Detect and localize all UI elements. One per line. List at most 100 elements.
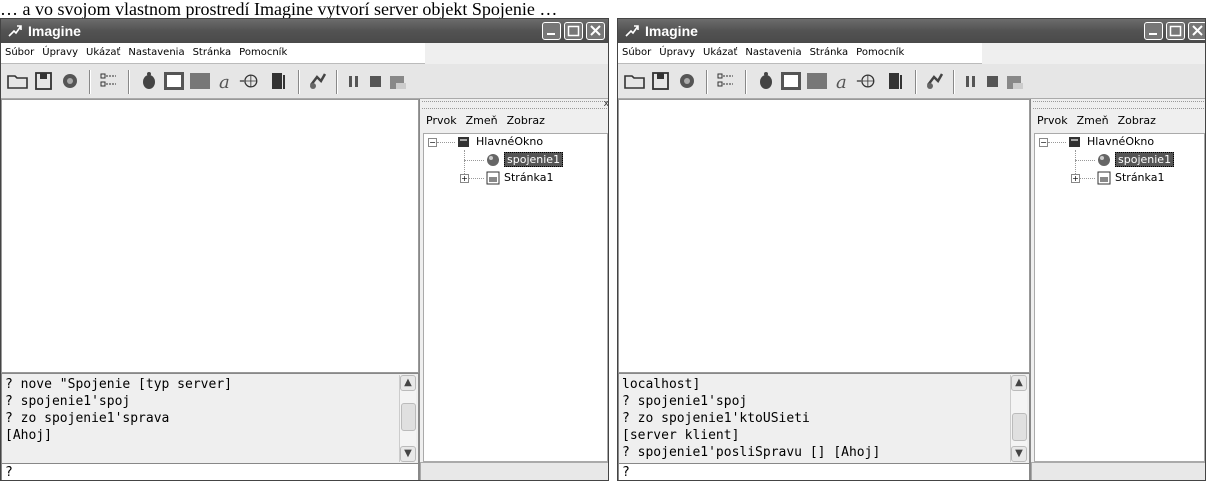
- maximize-button[interactable]: [564, 22, 583, 40]
- menu-ukazat[interactable]: Ukázať: [703, 47, 737, 58]
- tree-item-root[interactable]: HlavnéOkno: [1087, 134, 1154, 150]
- menu-bar: Súbor Úpravy Ukázať Nastavenia Stránka Pomocn…: [618, 43, 982, 64]
- minimize-button[interactable]: [542, 22, 561, 40]
- door-icon[interactable]: [267, 71, 289, 91]
- frame-button-icon[interactable]: [780, 71, 802, 91]
- title-bar[interactable]: Imagine: [1, 19, 608, 43]
- globe-icon[interactable]: [239, 71, 261, 91]
- turtle-icon[interactable]: [59, 71, 81, 91]
- title-bar[interactable]: Imagine: [618, 19, 1205, 43]
- tree-item-connection[interactable]: spojenie1: [504, 152, 564, 167]
- save-icon[interactable]: [650, 71, 672, 91]
- turtle-small-icon[interactable]: [755, 71, 777, 91]
- toolbar-separator: [128, 70, 130, 94]
- panel-menu-prvok[interactable]: Prvok: [1037, 114, 1068, 127]
- tree-icon[interactable]: [98, 71, 120, 91]
- globe-icon[interactable]: [856, 71, 878, 91]
- run-icon[interactable]: [924, 71, 946, 91]
- scroll-up-button[interactable]: ▲: [400, 375, 416, 391]
- frame-button-icon[interactable]: [163, 71, 185, 91]
- panel-grip[interactable]: [422, 101, 608, 109]
- tree-item-connection[interactable]: spojenie1: [1115, 152, 1175, 167]
- run-icon[interactable]: [307, 71, 329, 91]
- open-folder-icon[interactable]: [624, 71, 646, 91]
- expand-icon[interactable]: +: [1071, 174, 1080, 183]
- tree-icon[interactable]: [715, 71, 737, 91]
- window-title: Imagine: [28, 23, 81, 39]
- scroll-down-button[interactable]: ▼: [1011, 446, 1027, 462]
- stop-icon[interactable]: [365, 71, 387, 91]
- scroll-down-button[interactable]: ▼: [400, 446, 416, 462]
- tree-connector: [469, 178, 484, 179]
- rectangle-icon[interactable]: [189, 71, 211, 91]
- panel-menu-prvok[interactable]: Prvok: [426, 114, 457, 127]
- drawing-canvas[interactable]: [1, 99, 419, 373]
- reset-icon[interactable]: [387, 71, 409, 91]
- toolbar-separator: [298, 70, 300, 94]
- menu-nastavenia[interactable]: Nastavenia: [745, 47, 801, 58]
- scroll-thumb[interactable]: [1012, 413, 1027, 441]
- menu-subor[interactable]: Súbor: [5, 47, 34, 58]
- command-input[interactable]: ?: [1, 463, 419, 480]
- maximize-button[interactable]: [1166, 22, 1185, 40]
- panel-grip[interactable]: [1033, 101, 1205, 109]
- menu-nastavenia[interactable]: Nastavenia: [128, 47, 184, 58]
- console-output: localhost] ? spojenie1'spoj ? zo spojeni…: [618, 373, 1030, 464]
- panel-menu-zobraz[interactable]: Zobraz: [507, 114, 545, 127]
- menu-ukazat[interactable]: Ukázať: [86, 47, 120, 58]
- close-button[interactable]: [586, 22, 605, 40]
- window-icon: [1069, 137, 1080, 147]
- panel-menu-zmen[interactable]: Zmeň: [1077, 114, 1109, 127]
- tree-connector: [1048, 142, 1066, 143]
- panel-close-icon[interactable]: x: [604, 100, 608, 109]
- tree-item-root[interactable]: HlavnéOkno: [476, 134, 543, 150]
- menu-upravy[interactable]: Úpravy: [42, 47, 78, 58]
- collapse-icon[interactable]: −: [428, 138, 437, 147]
- imagine-app-icon: [625, 25, 639, 37]
- window-icon: [458, 137, 469, 147]
- tree-item-page[interactable]: Stránka1: [1115, 170, 1164, 186]
- menu-stranka[interactable]: Stránka: [193, 47, 232, 58]
- panel-menu-zmen[interactable]: Zmeň: [466, 114, 498, 127]
- panel-menu-zobraz[interactable]: Zobraz: [1118, 114, 1156, 127]
- panel-status-bar: [420, 462, 608, 480]
- turtle-small-icon[interactable]: [138, 71, 160, 91]
- toolbar-separator: [953, 70, 955, 94]
- close-button[interactable]: [1188, 22, 1205, 40]
- collapse-icon[interactable]: −: [1039, 138, 1048, 147]
- rectangle-icon[interactable]: [806, 71, 828, 91]
- toolbar: a: [1, 64, 608, 99]
- tree-item-connection-wrap: spojenie1: [1115, 152, 1175, 168]
- menu-subor[interactable]: Súbor: [622, 47, 651, 58]
- menu-pomocnik[interactable]: Pomocník: [856, 47, 904, 58]
- drawing-canvas[interactable]: [618, 99, 1030, 373]
- object-tree: − HlavnéOkno spojenie1 + Stránka1: [1034, 133, 1205, 462]
- text-icon[interactable]: a: [832, 71, 854, 91]
- pause-icon[interactable]: [960, 71, 982, 91]
- save-icon[interactable]: [33, 71, 55, 91]
- expand-icon[interactable]: +: [460, 174, 469, 183]
- stop-icon[interactable]: [982, 71, 1004, 91]
- console-output: ? nove "Spojenie [typ server] ? spojenie…: [1, 373, 419, 464]
- pause-icon[interactable]: [343, 71, 365, 91]
- scroll-thumb[interactable]: [401, 403, 416, 431]
- menu-pomocnik[interactable]: Pomocník: [239, 47, 287, 58]
- console-scrollbar[interactable]: ▲ ▼: [399, 375, 416, 462]
- open-folder-icon[interactable]: [7, 71, 29, 91]
- text-icon[interactable]: a: [215, 71, 237, 91]
- toolbar-separator: [745, 70, 747, 94]
- tree-connector: [1075, 160, 1095, 161]
- reset-icon[interactable]: [1004, 71, 1026, 91]
- window-title: Imagine: [645, 23, 698, 39]
- scroll-up-button[interactable]: ▲: [1011, 375, 1027, 391]
- imagine-window-right: Imagine Súbor Úpravy Ukázať Nastavenia Strán…: [617, 18, 1206, 481]
- command-input[interactable]: ?: [618, 463, 1030, 480]
- menu-stranka[interactable]: Stránka: [810, 47, 849, 58]
- menu-upravy[interactable]: Úpravy: [659, 47, 695, 58]
- door-icon[interactable]: [884, 71, 906, 91]
- turtle-icon[interactable]: [676, 71, 698, 91]
- tree-item-page[interactable]: Stránka1: [504, 170, 553, 186]
- page-icon: [1097, 171, 1111, 185]
- console-scrollbar[interactable]: ▲ ▼: [1010, 375, 1027, 462]
- minimize-button[interactable]: [1144, 22, 1163, 40]
